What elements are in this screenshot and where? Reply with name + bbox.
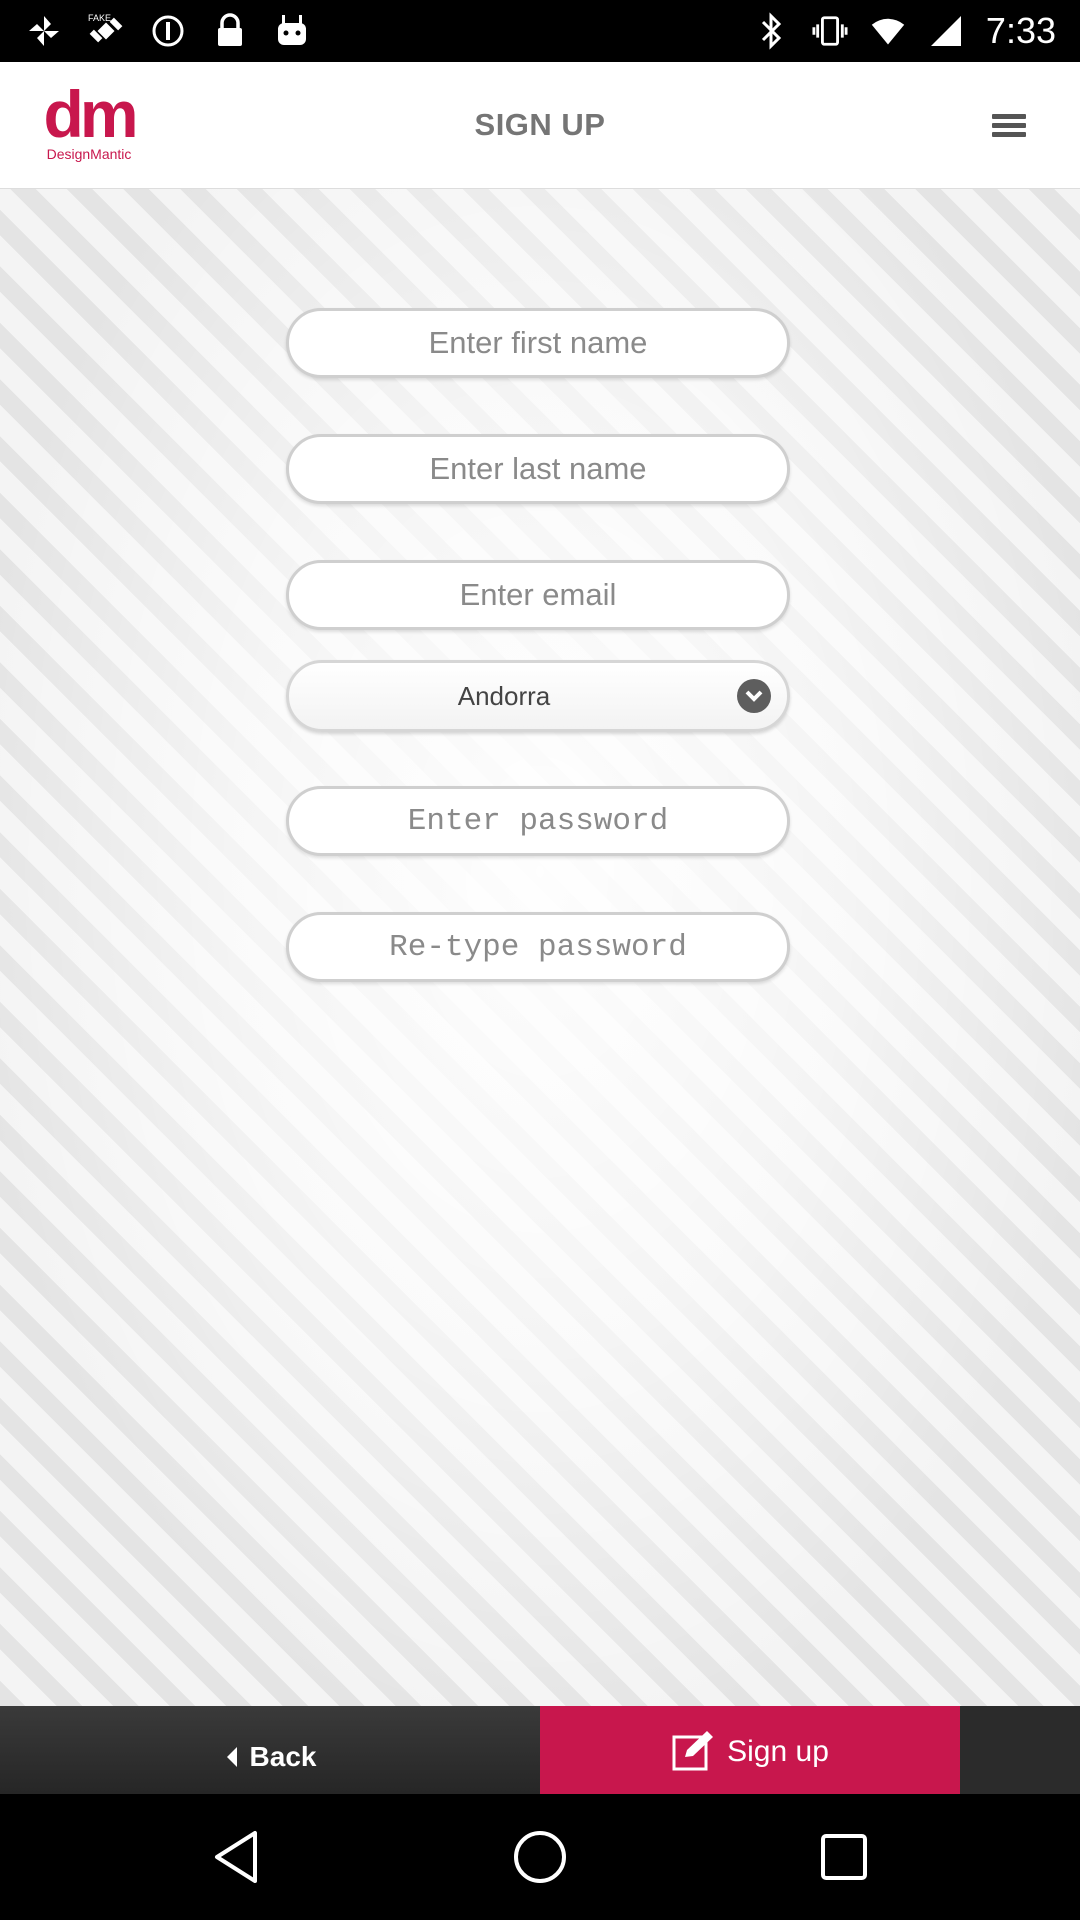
- signup-button[interactable]: Sign up: [540, 1706, 960, 1794]
- fake-gps-icon: FAKE: [86, 11, 126, 51]
- email-field: [286, 560, 790, 630]
- back-button[interactable]: Back: [0, 1706, 540, 1794]
- signup-button-label: Sign up: [727, 1735, 829, 1768]
- first-name-input[interactable]: [289, 311, 787, 375]
- retype-password-field: [286, 912, 790, 982]
- signal-icon: [928, 11, 964, 51]
- back-arrow-icon: [226, 1747, 237, 1767]
- vibrate-icon: [812, 11, 848, 51]
- android-robot-icon: [272, 11, 312, 51]
- menu-button[interactable]: [992, 104, 1026, 146]
- chevron-down-icon: [737, 679, 771, 713]
- logo-mark: dm: [43, 77, 139, 151]
- wifi-icon: [870, 11, 906, 51]
- recents-nav-icon[interactable]: [814, 1827, 874, 1887]
- action-bar: Back Sign up: [0, 1706, 1080, 1794]
- svg-text:FAKE: FAKE: [88, 13, 111, 23]
- first-name-field: [286, 308, 790, 378]
- back-button-label: Back: [249, 1741, 317, 1772]
- menu-icon-bar: [992, 113, 1026, 119]
- alert-circle-icon: [148, 11, 188, 51]
- signup-form: Andorra: [0, 189, 1080, 1706]
- menu-icon-bar: [992, 122, 1026, 128]
- home-nav-icon[interactable]: [510, 1827, 570, 1887]
- edit-icon: [672, 1731, 714, 1771]
- country-select[interactable]: Andorra: [286, 660, 790, 732]
- last-name-field: [286, 434, 790, 504]
- lock-icon: [210, 11, 250, 51]
- country-value: Andorra: [457, 681, 551, 711]
- logo-text: DesignMantic: [46, 146, 132, 162]
- bluetooth-icon: [754, 11, 790, 51]
- status-bar: FAKE 7:33: [0, 0, 1080, 62]
- last-name-input[interactable]: [289, 437, 787, 501]
- navigation-bar: [0, 1794, 1080, 1920]
- back-nav-icon[interactable]: [207, 1827, 267, 1887]
- menu-icon-bar: [992, 131, 1026, 137]
- app-header: dm DesignMantic SIGN UP: [0, 62, 1080, 189]
- designmantic-logo[interactable]: dm DesignMantic: [34, 77, 144, 166]
- retype-password-input[interactable]: [289, 915, 787, 979]
- status-time: 7:33: [985, 10, 1056, 51]
- password-input[interactable]: [289, 789, 787, 853]
- photos-icon: [24, 11, 64, 51]
- password-field: [286, 786, 790, 856]
- email-input[interactable]: [289, 563, 787, 627]
- system-status: 7:33: [754, 0, 1056, 62]
- notification-icons: FAKE: [24, 8, 312, 54]
- page-title: SIGN UP: [474, 107, 606, 142]
